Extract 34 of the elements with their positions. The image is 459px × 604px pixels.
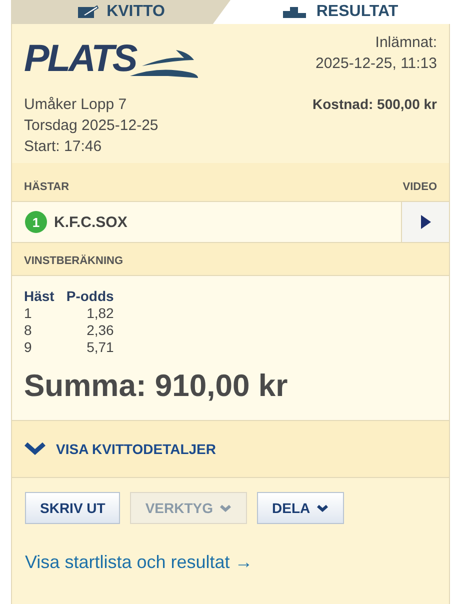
submitted-label: Inlämnat: <box>375 34 437 51</box>
results-link[interactable]: Visa startlista och resultat → <box>25 552 253 573</box>
chevron-down-icon <box>219 504 232 512</box>
column-header: Häst <box>24 288 54 305</box>
cost-text: Kostnad: 500,00 kr <box>312 96 437 114</box>
table-cell-text: 9 <box>24 339 33 356</box>
action-button[interactable]: DELA <box>257 492 344 524</box>
action-button[interactable]: SKRIV UT <box>25 492 120 524</box>
play-button[interactable] <box>401 202 449 242</box>
horse-name: K.F.C.SOX <box>54 214 128 230</box>
pen-icon <box>76 5 99 19</box>
section-heading: VINSTBERÄKNING <box>24 255 124 267</box>
submitted-time: 2025-12-25, 11:13 <box>316 55 437 72</box>
details-toggle[interactable]: VISA KVITTODETALJER <box>12 421 449 478</box>
total-amount: Summa: 910,00 kr <box>24 368 289 404</box>
table-cell-text: 1,82 <box>86 305 114 322</box>
chevron-down-icon <box>316 504 330 512</box>
table-cell-text: 5,71 <box>86 339 114 356</box>
race-name: Umåker Lopp 7 <box>24 96 128 113</box>
table-cell-text: 2,36 <box>86 322 114 339</box>
tab[interactable]: RESULTAT <box>230 0 450 24</box>
play-icon <box>420 215 430 229</box>
plats-logo: PLATS <box>24 34 200 78</box>
number-badge: 1 <box>25 211 47 233</box>
table-cell-text: 8 <box>24 322 33 339</box>
tab[interactable]: KVITTO <box>11 0 230 24</box>
podium-icon <box>282 5 308 19</box>
table-cell-text: 1 <box>24 305 33 322</box>
start-time: Start: 17:46 <box>24 138 103 155</box>
section-heading: HÄSTAR <box>24 181 70 193</box>
column-header: P-odds <box>66 288 114 305</box>
race-date: Torsdag 2025-12-25 <box>24 117 158 134</box>
video-heading: VIDEO <box>402 181 437 193</box>
chevron-down-icon <box>24 442 46 456</box>
